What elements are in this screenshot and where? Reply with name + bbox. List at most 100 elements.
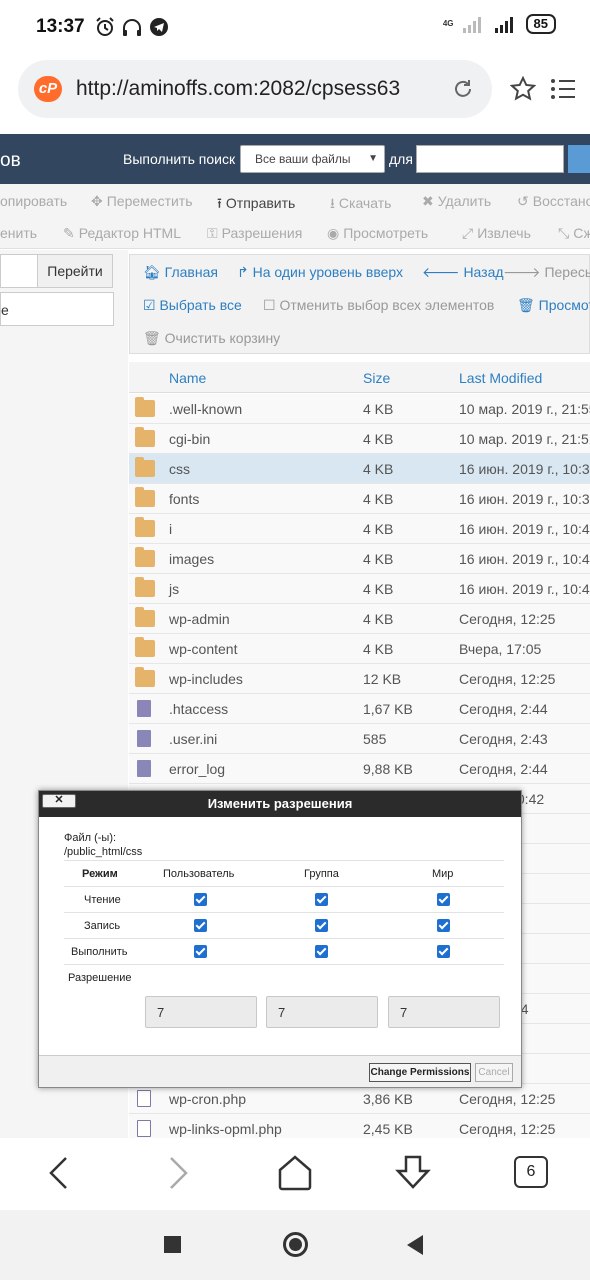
table-row[interactable]: wp-content 4 KB Вчера, 17:05: [129, 634, 590, 664]
view-button[interactable]: ◉ Просмотреть: [327, 225, 428, 242]
world-permission-field[interactable]: 7: [388, 996, 500, 1028]
tabs-button[interactable]: 6: [514, 1156, 548, 1188]
file-modified: 16 июн. 2019 г., 10:40: [459, 521, 590, 537]
compress-button[interactable]: ⤡ Сж: [558, 225, 590, 242]
file-size: 12 KB: [363, 671, 402, 687]
world-header: Мир: [432, 868, 454, 880]
group-permission-field[interactable]: 7: [266, 996, 378, 1028]
back-icon[interactable]: [46, 1156, 72, 1190]
home-circle-icon[interactable]: [283, 1232, 308, 1257]
arrow-left-icon: 🡐: [422, 264, 464, 280]
read-world-checkbox[interactable]: [437, 893, 450, 906]
column-size-header[interactable]: Size: [363, 370, 390, 386]
browser-bottom-nav: 6: [0, 1138, 590, 1208]
file-modified: Сегодня, 12:25: [459, 1091, 556, 1107]
empty-trash-link[interactable]: 🗑︎ Очистить корзину: [143, 330, 280, 347]
execute-user-checkbox[interactable]: [194, 945, 207, 958]
read-user-checkbox[interactable]: [194, 893, 207, 906]
path-input[interactable]: [0, 254, 38, 288]
upload-icon: ⭱: [217, 195, 222, 211]
write-world-checkbox[interactable]: [437, 919, 450, 932]
file-size: 3,86 KB: [363, 1091, 413, 1107]
rename-button[interactable]: енить: [0, 225, 37, 241]
table-row[interactable]: wp-admin 4 KB Сегодня, 12:25: [129, 604, 590, 634]
file-name: js: [169, 581, 180, 597]
select-all-link[interactable]: ☑ Выбрать все: [143, 297, 242, 314]
up-one-level-link[interactable]: ↱ На один уровень вверх: [237, 264, 403, 281]
table-row[interactable]: images 4 KB 16 июн. 2019 г., 10:40: [129, 544, 590, 574]
table-row[interactable]: wp-includes 12 KB Сегодня, 12:25: [129, 664, 590, 694]
dialog-close-button[interactable]: ✕: [42, 794, 76, 808]
file-size: 4 KB: [363, 431, 394, 447]
home-icon[interactable]: [276, 1154, 314, 1192]
bookmark-star-icon[interactable]: [510, 76, 536, 102]
view-trash-link[interactable]: 🗑︎ Просмот: [517, 297, 590, 314]
upload-button[interactable]: ⭱ Отправить: [217, 193, 295, 217]
download-icon[interactable]: [394, 1154, 432, 1192]
folder-tree-item[interactable]: e: [0, 292, 114, 326]
execute-group-checkbox[interactable]: [315, 945, 328, 958]
divider: [64, 938, 504, 939]
extract-button[interactable]: ⤢ Извлечь: [462, 225, 531, 242]
delete-button[interactable]: ✖ Удалить: [422, 193, 491, 210]
forward-icon[interactable]: [165, 1156, 191, 1190]
download-button[interactable]: ⭳ Скачать: [330, 193, 391, 217]
file-modified: 16 июн. 2019 г., 10:41: [459, 581, 590, 597]
column-modified-header[interactable]: Last Modified: [459, 370, 542, 386]
trash-icon: 🗑︎: [517, 297, 539, 313]
table-row[interactable]: fonts 4 KB 16 июн. 2019 г., 10:39: [129, 484, 590, 514]
table-row[interactable]: css 4 KB 16 июн. 2019 г., 10:39: [129, 454, 590, 484]
reload-icon[interactable]: [452, 78, 474, 100]
restore-button[interactable]: ↺ Восстано: [517, 193, 590, 210]
home-link[interactable]: 🏠︎ Главная: [143, 264, 218, 281]
write-group-checkbox[interactable]: [315, 919, 328, 932]
permissions-button[interactable]: ⚿ Разрешения: [207, 225, 302, 242]
html-editor-icon: ✎: [63, 225, 75, 241]
action-toolbar-2: енить ✎ Редактор HTML ⚿ Разрешения ◉ Просмо…: [0, 216, 590, 249]
change-permissions-button[interactable]: Change Permissions: [369, 1063, 471, 1082]
go-button[interactable]: Перейти: [37, 254, 113, 288]
deselect-all-link[interactable]: ☐ Отменить выбор всех элементов: [263, 297, 494, 314]
table-row[interactable]: error_log 9,88 KB Сегодня, 2:44: [129, 754, 590, 784]
table-row[interactable]: cgi-bin 4 KB 10 мар. 2019 г., 21:51: [129, 424, 590, 454]
search-input[interactable]: [416, 145, 564, 173]
table-row[interactable]: .well-known 4 KB 10 мар. 2019 г., 21:55: [129, 394, 590, 424]
search-go-button[interactable]: [568, 145, 590, 173]
table-row[interactable]: .user.ini 585 Сегодня, 2:43: [129, 724, 590, 754]
dialog-body: Файл (-ы): /public_html/css Режим Пользо…: [39, 817, 521, 1055]
url-text[interactable]: http://aminoffs.com:2082/cpsess63: [76, 77, 426, 101]
table-row[interactable]: i 4 KB 16 июн. 2019 г., 10:40: [129, 514, 590, 544]
copy-button[interactable]: опировать: [0, 193, 67, 209]
recents-icon[interactable]: [164, 1236, 181, 1253]
group-header: Группа: [304, 868, 339, 880]
execute-world-checkbox[interactable]: [437, 945, 450, 958]
move-button[interactable]: ✥ Переместить: [91, 193, 193, 210]
html-editor-button[interactable]: ✎ Редактор HTML: [63, 225, 181, 242]
action-toolbar-1: опировать ✥ Переместить ⭱ Отправить ⭳ Скача…: [0, 184, 590, 217]
back-triangle-icon[interactable]: [405, 1234, 425, 1256]
cancel-button[interactable]: Cancel: [475, 1063, 513, 1082]
address-bar[interactable]: cP http://aminoffs.com:2082/cpsess63: [18, 60, 492, 118]
file-name: css: [169, 461, 190, 477]
search-scope-select[interactable]: Все ваши файлы ▼: [240, 145, 385, 173]
cpanel-logo-icon: cP: [34, 76, 62, 102]
back-link[interactable]: 🡐 Назад: [422, 264, 504, 281]
table-row[interactable]: js 4 KB 16 июн. 2019 г., 10:41: [129, 574, 590, 604]
restore-icon: ↺: [517, 193, 529, 209]
write-user-checkbox[interactable]: [194, 919, 207, 932]
page-title: ов: [0, 150, 21, 171]
table-row[interactable]: wp-cron.php 3,86 KB Сегодня, 12:25: [129, 1084, 590, 1114]
column-name-header[interactable]: Name: [169, 370, 206, 386]
file-modified: Сегодня, 2:44: [459, 761, 548, 777]
table-row[interactable]: .htaccess 1,67 KB Сегодня, 2:44: [129, 694, 590, 724]
file-modified: Вчера, 17:05: [459, 641, 542, 657]
search-label: Выполнить поиск: [123, 151, 236, 167]
file-size: 4 KB: [363, 401, 394, 417]
menu-icon[interactable]: [550, 78, 576, 100]
file-name: wp-content: [169, 641, 238, 657]
read-group-checkbox[interactable]: [315, 893, 328, 906]
divider: [64, 860, 504, 861]
forward-link[interactable]: 🡒 Пересылка: [503, 264, 590, 281]
user-permission-field[interactable]: 7: [145, 996, 257, 1028]
extract-icon: ⤢: [462, 225, 474, 241]
